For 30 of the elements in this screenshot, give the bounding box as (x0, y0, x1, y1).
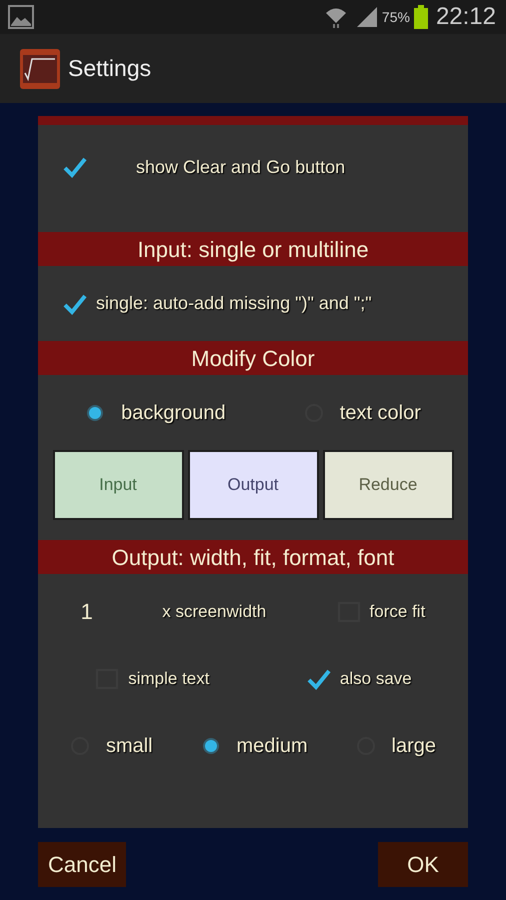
checkbox-label: single: auto-add missing ")" and ";" (96, 292, 372, 315)
battery-icon (414, 5, 428, 29)
checkbox-label: simple text (128, 668, 210, 690)
image-icon (8, 5, 34, 29)
section-header: Input: single or multiline (38, 232, 468, 266)
width-value: 1 (80, 598, 93, 626)
color-swatch[interactable]: Input (52, 450, 184, 520)
color-swatch[interactable]: Output (188, 450, 318, 520)
checkbox-label: show Clear and Go button (136, 156, 346, 178)
field-label: x screenwidth (162, 600, 266, 623)
dialog-button[interactable]: Cancel (38, 842, 126, 887)
checkbox-label: also save (340, 668, 412, 690)
clock-time: 22:12 (436, 2, 496, 32)
radio-label: text color (340, 400, 421, 426)
section-header: Output: width, fit, format, font (38, 540, 468, 574)
radio-button[interactable] (85, 402, 106, 422)
checkmark-icon[interactable] (62, 155, 88, 179)
screen-title: Settings (68, 54, 152, 84)
dialog-button[interactable]: OK (378, 842, 468, 887)
signal-icon (356, 6, 378, 28)
color-swatch[interactable]: Reduce (322, 450, 454, 520)
app-icon (20, 48, 60, 88)
radio-label: small (106, 734, 153, 758)
radio-label: medium (236, 734, 308, 758)
radio-label: large (392, 734, 436, 758)
section-header: Modify Color (38, 341, 468, 375)
radio-label: background (121, 400, 226, 426)
radio-button[interactable] (200, 736, 220, 756)
checkbox-label: force fit (370, 600, 426, 623)
battery-text: 75% (382, 8, 410, 26)
